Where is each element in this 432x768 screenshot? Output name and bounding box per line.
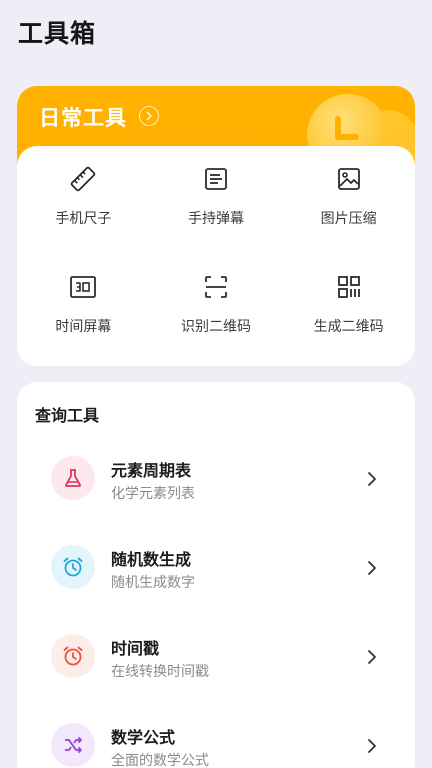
query-item-random-number[interactable]: 随机数生成 随机生成数字 bbox=[17, 524, 415, 613]
query-item-math-formula[interactable]: 数学公式 全面的数学公式 bbox=[17, 702, 415, 768]
query-tools-list: 元素周期表 化学元素列表 随机数生成 随机生成数字 时间戳 在线转换时间戳 数学… bbox=[17, 435, 415, 768]
query-item-desc: 化学元素列表 bbox=[111, 486, 195, 502]
tool-scan-qr[interactable]: 识别二维码 bbox=[150, 272, 283, 366]
daily-tools-body: 手机尺子 手持弹幕 图片压缩 时间屏幕 识别二维码 生成二维码 bbox=[17, 146, 415, 366]
tool-time-screen[interactable]: 时间屏幕 bbox=[17, 272, 150, 366]
query-tools-card: 查询工具 元素周期表 化学元素列表 随机数生成 随机生成数字 时间戳 在线转换时… bbox=[17, 382, 415, 768]
query-item-periodic-table[interactable]: 元素周期表 化学元素列表 bbox=[17, 435, 415, 524]
daily-tools-card: 日常工具 手机尺子 手持弹幕 图片压缩 时间屏幕 识别二维码 生成二维码 bbox=[17, 86, 415, 366]
page-title: 工具箱 bbox=[18, 19, 97, 48]
scan-frame-icon bbox=[201, 272, 231, 302]
image-icon bbox=[334, 164, 364, 194]
tool-label: 图片压缩 bbox=[320, 211, 377, 227]
circle-arrow-right-icon[interactable] bbox=[139, 106, 159, 126]
alarm-clock-icon bbox=[51, 634, 95, 678]
flask-icon bbox=[51, 456, 95, 500]
tool-label: 手持弹幕 bbox=[187, 211, 244, 227]
query-item-name: 数学公式 bbox=[111, 728, 176, 747]
ruler-icon bbox=[68, 164, 98, 194]
query-item-name: 元素周期表 bbox=[111, 461, 192, 480]
qr-code-icon bbox=[334, 272, 364, 302]
alarm-clock-icon bbox=[51, 545, 95, 589]
query-item-desc: 随机生成数字 bbox=[111, 575, 195, 591]
number-screen-icon bbox=[68, 272, 98, 302]
chevron-right-icon bbox=[368, 561, 376, 575]
query-item-desc: 在线转换时间戳 bbox=[111, 664, 209, 680]
chevron-right-icon bbox=[368, 739, 376, 753]
chevron-right-icon bbox=[368, 472, 376, 486]
query-tools-title: 查询工具 bbox=[35, 406, 100, 425]
tool-generate-qr[interactable]: 生成二维码 bbox=[282, 272, 415, 366]
text-lines-icon bbox=[201, 164, 231, 194]
tool-label: 生成二维码 bbox=[313, 319, 384, 335]
tool-phone-ruler[interactable]: 手机尺子 bbox=[17, 164, 150, 272]
daily-tools-title: 日常工具 bbox=[39, 106, 127, 130]
tool-handheld-barrage[interactable]: 手持弹幕 bbox=[150, 164, 283, 272]
tool-label: 识别二维码 bbox=[180, 319, 251, 335]
query-item-name: 随机数生成 bbox=[111, 550, 192, 569]
query-item-timestamp[interactable]: 时间戳 在线转换时间戳 bbox=[17, 613, 415, 702]
shuffle-icon bbox=[51, 723, 95, 767]
tool-image-compress[interactable]: 图片压缩 bbox=[282, 164, 415, 272]
chevron-right-icon bbox=[368, 650, 376, 664]
tool-label: 手机尺子 bbox=[55, 211, 112, 227]
daily-tools-grid: 手机尺子 手持弹幕 图片压缩 时间屏幕 识别二维码 生成二维码 bbox=[17, 146, 415, 366]
query-item-desc: 全面的数学公式 bbox=[111, 753, 209, 768]
tool-label: 时间屏幕 bbox=[55, 319, 112, 335]
query-item-name: 时间戳 bbox=[111, 639, 160, 658]
